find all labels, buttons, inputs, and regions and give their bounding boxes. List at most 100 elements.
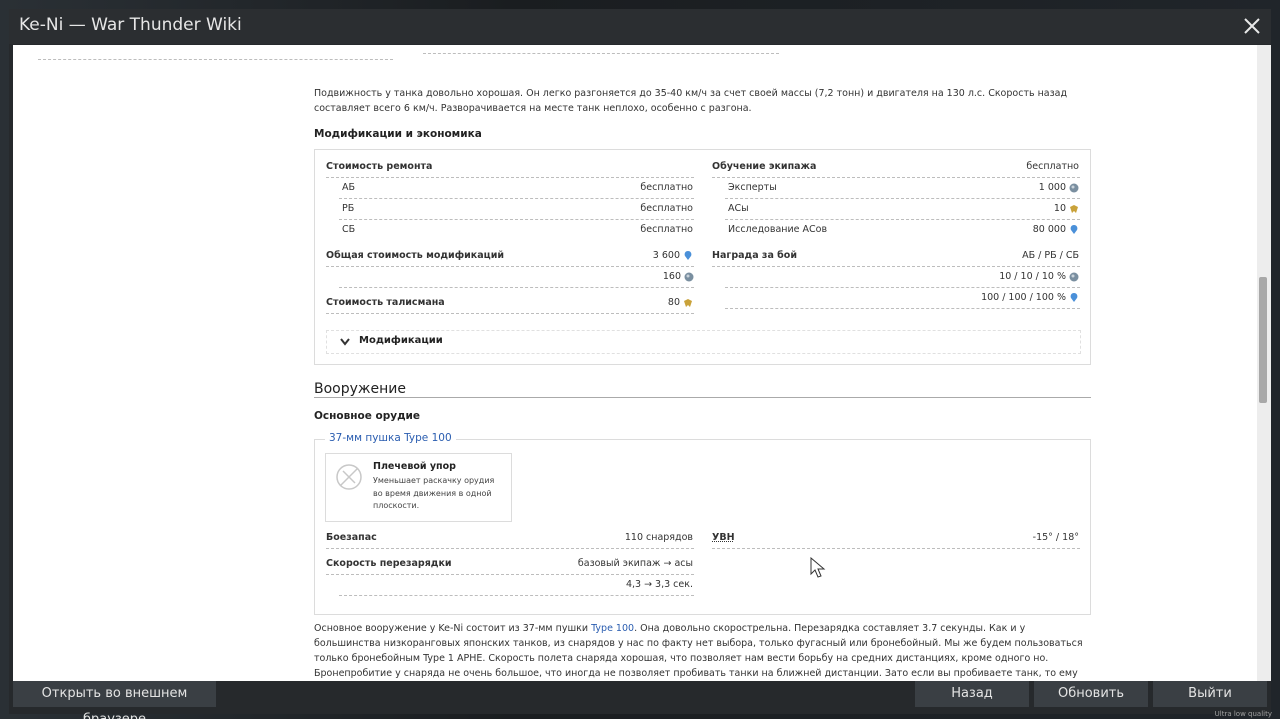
experts-label: Эксперты xyxy=(728,182,777,193)
modifications-toggle[interactable]: Модификации xyxy=(326,330,1081,354)
exit-button[interactable]: Выйти xyxy=(1153,681,1267,707)
divider xyxy=(725,219,1080,220)
divider xyxy=(725,198,1080,199)
divider xyxy=(38,59,393,60)
golden-eagles-icon xyxy=(684,299,692,307)
divider xyxy=(326,266,694,267)
reward-silver-row: 100 / 100 / 100 % xyxy=(728,290,1079,306)
mobility-text: Подвижность у танка довольно хорошая. Он… xyxy=(314,88,1068,114)
crew-training-label: Обучение экипажа xyxy=(712,161,817,172)
reload-row: Скорость перезарядки базовый экипаж → ас… xyxy=(326,556,693,572)
silver-lions-icon xyxy=(1069,272,1079,282)
divider xyxy=(725,308,1080,309)
reward-rp-row: 10 / 10 / 10 % xyxy=(728,269,1079,285)
divider xyxy=(339,595,694,596)
modifications-cost-label: Общая стоимость модификаций xyxy=(326,250,505,261)
repair-rb-row: РБ бесплатно xyxy=(342,201,693,217)
divider xyxy=(326,177,694,178)
battle-reward-label: Награда за бой xyxy=(712,250,797,261)
reward-rp-value: 10 / 10 / 10 % xyxy=(999,271,1066,282)
ammo-row: Боезапас 110 снарядов xyxy=(326,530,693,546)
experts-value: 1 000 xyxy=(1038,182,1066,193)
type-100-link[interactable]: Type 100 xyxy=(591,623,634,634)
divider xyxy=(423,53,779,54)
repair-sb-value: бесплатно xyxy=(640,224,693,235)
reload-crew-value: базовый экипаж → асы xyxy=(577,558,693,569)
divider xyxy=(339,287,694,288)
feature-card: Плечевой упор Уменьшает раскачку орудия … xyxy=(325,453,512,522)
mouse-cursor-icon xyxy=(810,557,826,578)
aces-label: АСы xyxy=(728,203,749,214)
repair-sb-row: СБ бесплатно xyxy=(342,222,693,238)
reload-time-row: 4,3 → 3,3 сек. xyxy=(342,577,693,593)
page-content[interactable]: Подвижность у танка довольно хорошая. Он… xyxy=(13,45,1257,681)
repair-rb-value: бесплатно xyxy=(640,203,693,214)
aces-research-value: 80 000 xyxy=(1032,224,1066,235)
elevation-label: УВН xyxy=(712,532,735,543)
armament-heading: Вооружение xyxy=(314,381,406,397)
economy-heading: Модификации и экономика xyxy=(314,128,482,140)
open-external-browser-button[interactable]: Открыть во внешнем браузере xyxy=(13,681,216,719)
reward-silver-value: 100 / 100 / 100 % xyxy=(981,292,1066,303)
modifications-cost-rp-row: 160 xyxy=(342,269,694,285)
armament-description: Основное вооружение у Ke-Ni состоит из 3… xyxy=(314,623,1083,679)
repair-ab-row: АБ бесплатно xyxy=(342,180,693,196)
crew-training-row: Обучение экипажа бесплатно xyxy=(712,159,1079,175)
talisman-label: Стоимость талисмана xyxy=(326,297,445,308)
research-points-icon xyxy=(684,251,692,260)
repair-ab-label: АБ xyxy=(342,182,356,193)
battle-reward-row: Награда за бой АБ / РБ / СБ xyxy=(712,248,1079,264)
ammo-label: Боезапас xyxy=(326,532,377,543)
main-gun-heading: Основное орудие xyxy=(314,410,421,422)
divider xyxy=(326,548,694,549)
scrollbar-thumb[interactable] xyxy=(1259,277,1267,403)
repair-rb-label: РБ xyxy=(342,203,355,214)
divider xyxy=(339,219,694,220)
close-icon xyxy=(1244,18,1260,34)
repair-ab-value: бесплатно xyxy=(640,182,693,193)
aces-value: 10 xyxy=(1053,203,1066,214)
quality-label: Ultra low quality xyxy=(1214,710,1272,718)
bottom-bar: Открыть во внешнем браузере Назад Обнови… xyxy=(9,681,1271,719)
feature-title: Плечевой упор xyxy=(373,461,456,472)
talisman-value: 80 xyxy=(667,297,680,308)
experts-row: Эксперты 1 000 xyxy=(728,180,1079,196)
economy-box: Стоимость ремонта АБ бесплатно РБ беспла… xyxy=(314,149,1091,365)
aces-research-label: Исследование АСов xyxy=(728,224,828,235)
gun-name-link[interactable]: 37-мм пушка Type 100 xyxy=(325,432,456,444)
divider xyxy=(326,313,694,314)
repair-sb-label: СБ xyxy=(342,224,356,235)
reload-label: Скорость перезарядки xyxy=(326,558,452,569)
divider xyxy=(326,574,694,575)
window-title: Ke-Ni — War Thunder Wiki xyxy=(19,15,242,35)
shoulder-stock-icon xyxy=(336,464,362,490)
elevation-value: -15° / 18° xyxy=(1032,532,1079,543)
main-gun-box: 37-мм пушка Type 100 Плечевой упор Умень… xyxy=(314,432,1091,615)
silver-lions-icon xyxy=(684,272,694,282)
ammo-value: 110 снарядов xyxy=(624,532,693,543)
chevron-down-icon xyxy=(340,338,350,346)
aces-research-row: Исследование АСов 80 000 xyxy=(728,222,1079,238)
research-points-icon xyxy=(1070,225,1078,234)
back-button[interactable]: Назад xyxy=(915,681,1029,707)
aces-row: АСы 10 xyxy=(728,201,1079,217)
title-bar: Ke-Ni — War Thunder Wiki xyxy=(9,9,1271,44)
divider xyxy=(725,287,1080,288)
refresh-button[interactable]: Обновить xyxy=(1034,681,1148,707)
talisman-row: Стоимость талисмана 80 xyxy=(326,295,693,311)
modifications-cost-silver: 3 600 xyxy=(652,250,680,261)
divider xyxy=(339,198,694,199)
modifications-toggle-label: Модификации xyxy=(359,335,443,346)
close-button[interactable] xyxy=(1239,13,1265,39)
modifications-cost-rp: 160 xyxy=(662,271,681,282)
divider xyxy=(712,266,1080,267)
divider xyxy=(712,548,1080,549)
wiki-window: Ke-Ni — War Thunder Wiki Подвижность у т… xyxy=(9,9,1271,719)
modifications-cost-row: Общая стоимость модификаций 3 600 xyxy=(326,248,693,264)
repair-cost-label: Стоимость ремонта xyxy=(326,161,433,172)
divider xyxy=(712,177,1080,178)
elevation-row: УВН -15° / 18° xyxy=(712,530,1079,546)
feature-description: Уменьшает раскачку орудия во время движе… xyxy=(373,476,495,510)
battle-reward-modes: АБ / РБ / СБ xyxy=(1022,250,1079,261)
heading-underline xyxy=(314,397,1091,398)
